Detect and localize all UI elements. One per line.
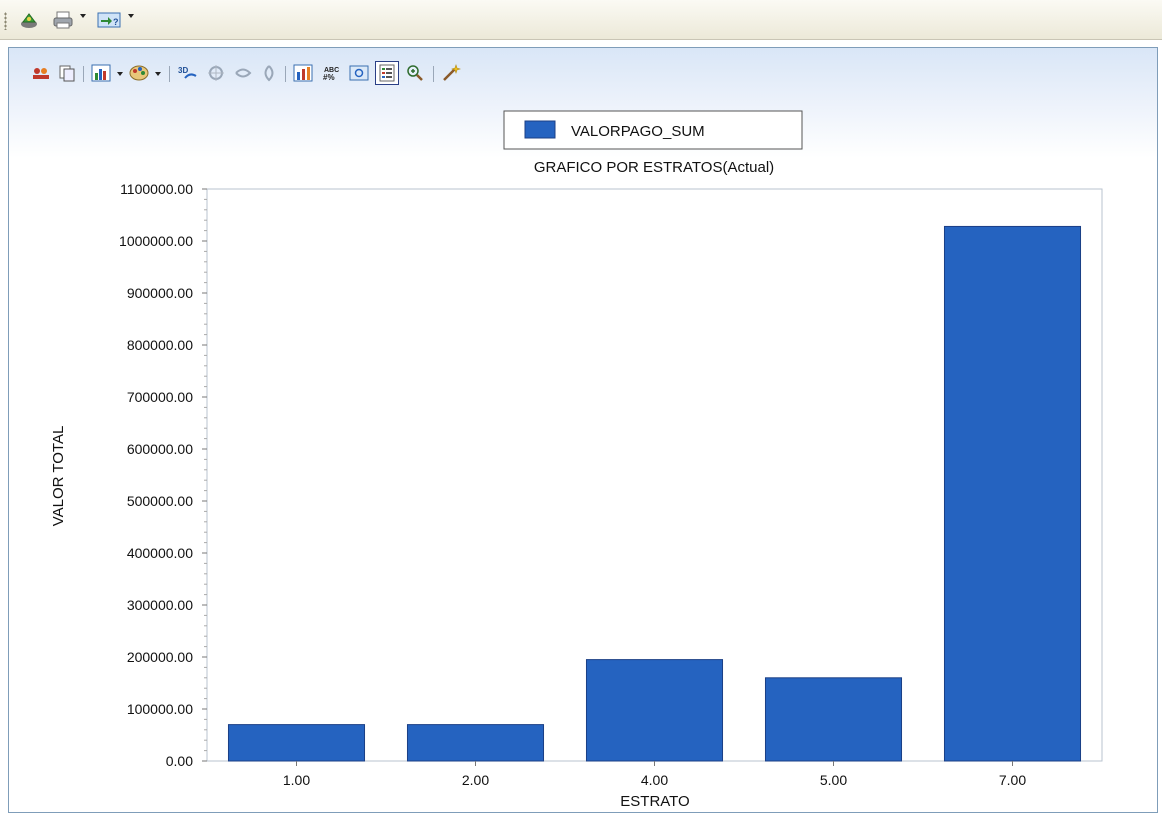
x-tick-label: 2.00 [462, 772, 489, 788]
x-tick-label: 7.00 [999, 772, 1026, 788]
y-tick-label: 700000.00 [127, 389, 193, 405]
x-axis-title: ESTRATO [620, 793, 689, 810]
x-axis: 1.00 2.00 4.00 5.00 7.00 [283, 761, 1026, 788]
y-tick-label: 200000.00 [127, 649, 193, 665]
bar-chart: VALORPAGO_SUM GRAFICO POR ESTRATOS(Actua… [50, 110, 1103, 810]
y-tick-label: 900000.00 [127, 285, 193, 301]
bar-1.00[interactable] [227, 724, 366, 762]
y-tick-label: 100000.00 [127, 701, 193, 717]
y-tick-label: 1100000.00 [120, 181, 193, 197]
legend-label: VALORPAGO_SUM [571, 123, 705, 140]
y-tick-label: 800000.00 [127, 337, 193, 353]
y-axis: 0.00 100000.00 200000.00 300000.00 400000.00… [119, 181, 207, 769]
export-icon[interactable]: ? [94, 8, 124, 32]
chart-title: GRAFICO POR ESTRATOS(Actual) [534, 159, 774, 176]
x-tick-label: 4.00 [641, 772, 668, 788]
bar-4.00[interactable] [585, 659, 724, 762]
x-tick-label: 1.00 [283, 772, 310, 788]
y-axis-title: VALOR TOTAL [50, 426, 67, 527]
y-tick-label: 400000.00 [127, 545, 193, 561]
chart-panel: 3D ABC #% VALORPAGO_SUM GRAFICO POR ESTR… [8, 47, 1158, 813]
legend[interactable]: VALORPAGO_SUM [503, 110, 803, 150]
y-tick-label: 600000.00 [127, 441, 193, 457]
run-icon[interactable] [16, 8, 42, 32]
app-toolbar: ? [0, 0, 1162, 40]
print-dropdown-icon[interactable] [80, 14, 86, 18]
export-dropdown-icon[interactable] [128, 14, 134, 18]
toolbar-grip[interactable] [4, 12, 7, 30]
y-tick-label: 0.00 [166, 753, 193, 769]
bar-7.00[interactable] [943, 225, 1082, 762]
bar-2.00[interactable] [406, 724, 545, 762]
y-tick-label: 500000.00 [127, 493, 193, 509]
y-tick-label: 1000000.00 [119, 233, 193, 249]
bar-5.00[interactable] [764, 677, 903, 762]
y-tick-label: 300000.00 [127, 597, 193, 613]
svg-text:?: ? [113, 17, 119, 27]
x-tick-label: 5.00 [820, 772, 847, 788]
legend-swatch [524, 120, 556, 139]
print-icon[interactable] [50, 8, 76, 32]
